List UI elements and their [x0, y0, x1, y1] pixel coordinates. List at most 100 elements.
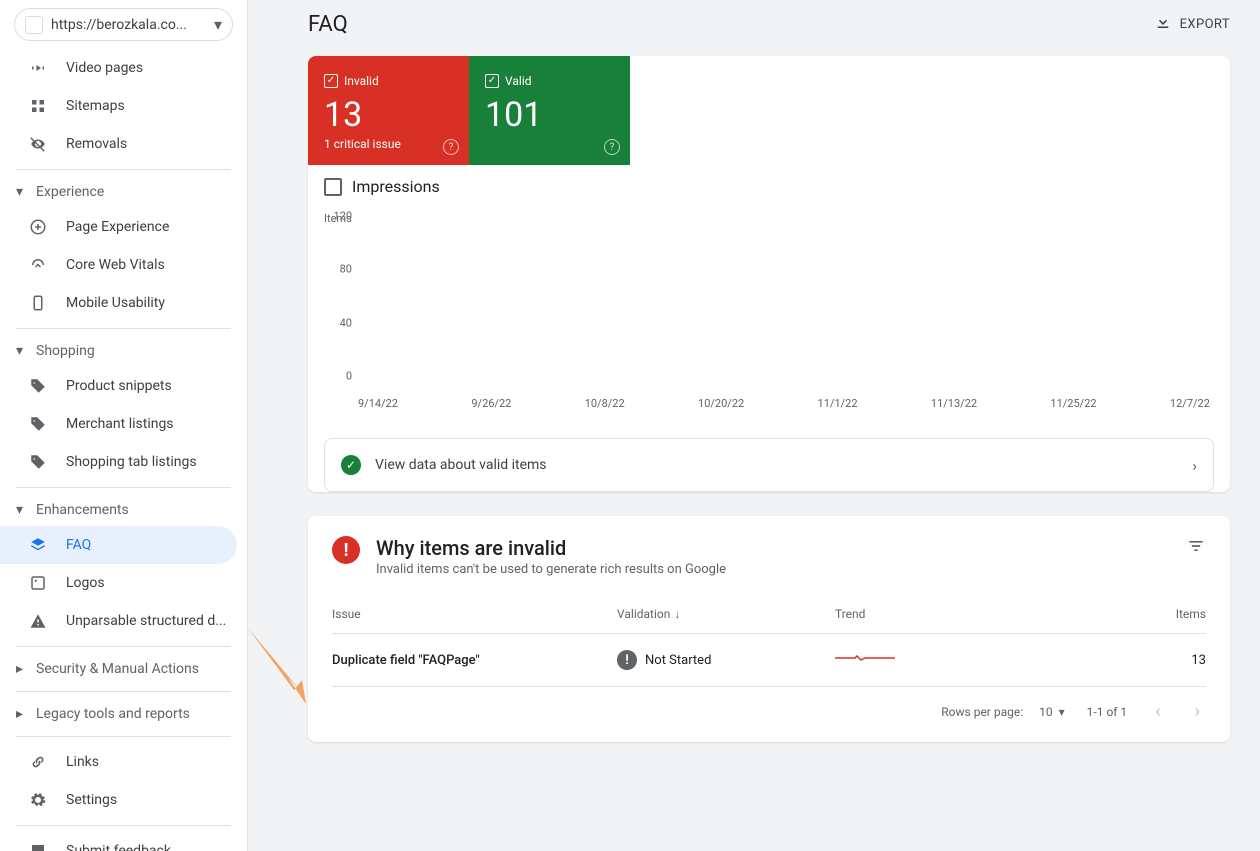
chevron-right-icon: ▸ [16, 661, 28, 677]
sidebar-item-shopping-tab[interactable]: Shopping tab listings [0, 443, 247, 481]
sidebar-item-label: Submit feedback [66, 843, 171, 851]
col-validation[interactable]: Validation ↓ [617, 607, 835, 621]
pagination: Rows per page: 10 ▾ 1-1 of 1 ‹ › [332, 687, 1206, 722]
help-icon[interactable]: ? [604, 139, 620, 155]
cell-validation: ! Not Started [617, 650, 835, 670]
link-icon [28, 752, 48, 772]
sidebar-item-label: Shopping tab listings [66, 454, 197, 470]
cell-trend [835, 651, 1085, 669]
tag-icon [28, 376, 48, 396]
chart-grid: 04080120 [358, 229, 1214, 389]
sidebar-item-video-pages[interactable]: Video pages [0, 49, 247, 87]
sitemap-icon [28, 96, 48, 116]
cell-issue: Duplicate field "FAQPage" [332, 653, 617, 668]
chevron-down-icon: ▾ [1059, 705, 1065, 719]
sidebar-item-settings[interactable]: Settings [0, 781, 247, 819]
group-label: Security & Manual Actions [36, 661, 199, 677]
impressions-label: Impressions [352, 177, 440, 196]
divider [16, 736, 231, 737]
group-label: Experience [36, 184, 104, 200]
sidebar-item-unparsable[interactable]: Unparsable structured d... [0, 602, 247, 640]
divider [16, 328, 231, 329]
sidebar-item-sitemaps[interactable]: Sitemaps [0, 87, 247, 125]
export-button[interactable]: EXPORT [1154, 13, 1230, 35]
gear-icon [28, 790, 48, 810]
sidebar-item-label: Links [66, 754, 99, 770]
group-experience[interactable]: ▾ Experience [0, 176, 247, 208]
chevron-down-icon: ▾ [214, 15, 222, 34]
col-issue: Issue [332, 607, 617, 621]
issues-card: ! Why items are invalid Invalid items ca… [308, 516, 1230, 742]
sidebar-item-core-web-vitals[interactable]: Core Web Vitals [0, 246, 247, 284]
sidebar-item-label: FAQ [66, 537, 91, 553]
table-header: Issue Validation ↓ Trend Items [332, 607, 1206, 634]
sidebar-item-mobile-usability[interactable]: Mobile Usability [0, 284, 247, 322]
next-page[interactable]: › [1189, 701, 1206, 722]
status-chart-card: ✓Invalid 13 1 critical issue ? ✓ Valid 10… [308, 56, 1230, 492]
layers-icon [28, 535, 48, 555]
sort-down-icon: ↓ [674, 607, 680, 621]
sidebar-item-label: Settings [66, 792, 117, 808]
group-enhancements[interactable]: ▾ Enhancements [0, 494, 247, 526]
sidebar-item-label: Unparsable structured d... [66, 613, 226, 629]
pagination-range: 1-1 of 1 [1087, 705, 1128, 719]
sidebar-item-page-experience[interactable]: Page Experience [0, 208, 247, 246]
divider [16, 691, 231, 692]
checkbox-unchecked[interactable] [324, 178, 342, 196]
filter-icon[interactable] [1186, 536, 1206, 560]
image-icon [28, 573, 48, 593]
group-label: Shopping [36, 343, 95, 359]
sidebar-item-logos[interactable]: Logos [0, 564, 247, 602]
sidebar-item-merchant-listings[interactable]: Merchant listings [0, 405, 247, 443]
plus-circle-icon [28, 217, 48, 237]
view-valid-items[interactable]: ✓ View data about valid items › [324, 438, 1214, 492]
checkbox-icon: ✓ [485, 74, 499, 88]
page-title: FAQ [308, 12, 348, 37]
site-picker[interactable]: https://berozkala.co... ▾ [14, 8, 233, 41]
chart: Items 04080120 9/14/229/26/2210/8/2210/2… [308, 208, 1230, 422]
status-boxes: ✓Invalid 13 1 critical issue ? ✓ Valid 10… [308, 56, 1230, 165]
sidebar-item-label: Video pages [66, 60, 143, 76]
sidebar-item-label: Merchant listings [66, 416, 174, 432]
impressions-toggle[interactable]: Impressions [308, 165, 1230, 208]
download-icon [1154, 13, 1172, 35]
issues-header: ! Why items are invalid Invalid items ca… [332, 536, 1206, 577]
chat-icon [28, 841, 48, 851]
play-icon [28, 58, 48, 78]
col-trend: Trend [835, 607, 1085, 621]
tag-icon [28, 414, 48, 434]
main: ✓Invalid 13 1 critical issue ? ✓ Valid 10… [248, 48, 1260, 851]
info-circle-icon: ! [617, 650, 637, 670]
status-invalid[interactable]: ✓Invalid 13 1 critical issue ? [308, 56, 469, 165]
sidebar-item-removals[interactable]: Removals [0, 125, 247, 163]
group-shopping[interactable]: ▾ Shopping [0, 335, 247, 367]
group-legacy[interactable]: ▸ Legacy tools and reports [0, 698, 247, 730]
table-row[interactable]: Duplicate field "FAQPage" ! Not Started … [332, 634, 1206, 687]
chart-y-label: Items [324, 212, 1214, 225]
sidebar-item-feedback[interactable]: Submit feedback [0, 832, 247, 851]
chevron-right-icon: › [1192, 456, 1197, 475]
prev-page[interactable]: ‹ [1149, 701, 1166, 722]
sidebar-item-label: Mobile Usability [66, 295, 165, 311]
status-sub: 1 critical issue [324, 137, 453, 151]
help-icon[interactable]: ? [443, 139, 459, 155]
site-url: https://berozkala.co... [51, 17, 206, 33]
status-valid[interactable]: ✓ Valid 101 ? [469, 56, 630, 165]
group-security[interactable]: ▸ Security & Manual Actions [0, 653, 247, 685]
check-circle-icon: ✓ [341, 455, 361, 475]
col-items: Items [1085, 607, 1206, 621]
status-count: 101 [485, 95, 614, 135]
gauge-icon [28, 255, 48, 275]
rows-per-page[interactable]: Rows per page: 10 ▾ [941, 705, 1064, 719]
sidebar-item-product-snippets[interactable]: Product snippets [0, 367, 247, 405]
sidebar-item-faq[interactable]: FAQ [0, 526, 237, 564]
status-label: Valid [505, 74, 532, 88]
tag-icon [28, 452, 48, 472]
warning-icon [28, 611, 48, 631]
chevron-down-icon: ▾ [16, 184, 28, 200]
eye-off-icon [28, 134, 48, 154]
group-label: Legacy tools and reports [36, 706, 190, 722]
status-count: 13 [324, 95, 453, 135]
sidebar-item-links[interactable]: Links [0, 743, 247, 781]
site-favicon [25, 16, 43, 34]
